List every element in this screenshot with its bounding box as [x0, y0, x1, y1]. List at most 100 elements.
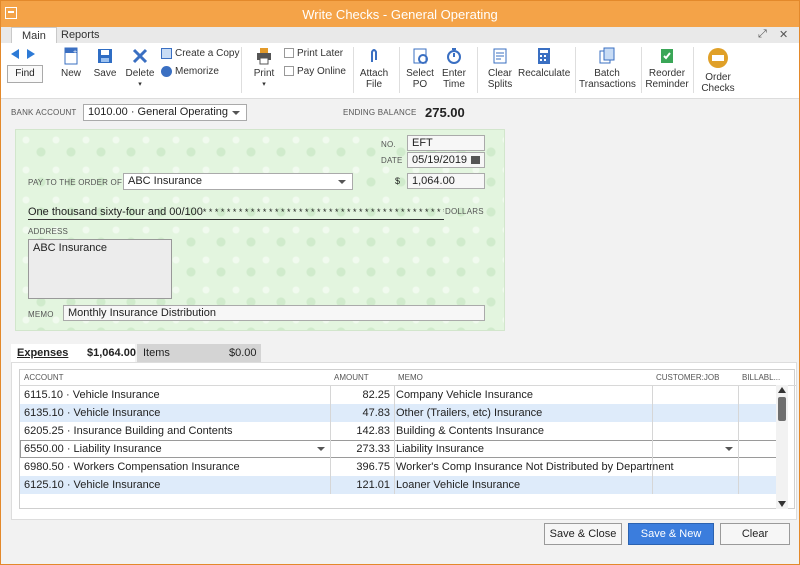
attach-file-button[interactable]: Attach File	[359, 47, 389, 90]
print-later-checkbox[interactable]: Print Later	[284, 48, 354, 59]
create-copy-button[interactable]: Create a Copy	[161, 48, 241, 59]
enter-time-label-2: Time	[443, 79, 465, 90]
find-button[interactable]: Find	[7, 65, 43, 83]
expenses-table: ACCOUNT AMOUNT MEMO CUSTOMER:JOB BILLABL…	[19, 369, 796, 509]
check-no-label: NO.	[381, 140, 396, 149]
window-title: Write Checks - General Operating	[302, 7, 498, 22]
tab-expenses[interactable]: Expenses $1,064.00	[11, 344, 136, 362]
delete-button[interactable]: Delete ▾	[125, 47, 155, 90]
save-button[interactable]: Save	[91, 47, 119, 79]
enter-time-label-1: Enter	[442, 68, 466, 79]
memo-field[interactable]: Monthly Insurance Distribution	[63, 305, 485, 321]
clear-button[interactable]: Clear	[720, 523, 790, 545]
table-row-editing[interactable]: 6550.00 · Liability Insurance 273.33 Lia…	[20, 440, 778, 458]
save-new-button[interactable]: Save & New	[628, 523, 714, 545]
save-close-button[interactable]: Save & Close	[544, 523, 622, 545]
cell-account: 6115.10 · Vehicle Insurance	[24, 389, 160, 401]
clear-splits-button[interactable]: Clear Splits	[485, 47, 515, 90]
address-box[interactable]: ABC Insurance	[28, 239, 172, 299]
check-date-label: DATE	[381, 156, 403, 165]
cell-memo: Worker's Comp Insurance Not Distributed …	[396, 461, 674, 473]
cell-account[interactable]: 6550.00 · Liability Insurance	[24, 443, 162, 455]
select-po-button[interactable]: Select PO	[405, 47, 435, 90]
memorize-label: Memorize	[175, 66, 219, 78]
chevron-down-icon	[232, 111, 240, 115]
table-scrollbar[interactable]	[776, 385, 788, 509]
bank-account-value: 1010.00 · General Operating	[88, 106, 229, 118]
payee-select[interactable]: ABC Insurance	[123, 173, 353, 190]
column-header-amount[interactable]: AMOUNT	[330, 370, 394, 386]
order-checks-label-2: Checks	[701, 83, 735, 94]
tab-items[interactable]: Items $0.00	[137, 344, 261, 362]
order-checks-button[interactable]: Order Checks	[699, 47, 737, 94]
reorder-reminder-button[interactable]: Reorder Reminder	[645, 47, 689, 90]
table-row[interactable]: 6205.25 · Insurance Building and Content…	[20, 422, 778, 440]
calculator-icon	[538, 48, 550, 64]
new-button[interactable]: + New	[57, 47, 85, 79]
table-row[interactable]: 6980.50 · Workers Compensation Insurance…	[20, 458, 778, 476]
memo-label: MEMO	[28, 310, 54, 319]
calendar-icon[interactable]	[471, 156, 480, 164]
pay-online-checkbox[interactable]: Pay Online	[284, 66, 354, 77]
check-no-field[interactable]: EFT	[407, 135, 485, 151]
batch-label-1: Batch	[594, 68, 620, 79]
recalculate-button[interactable]: Recalculate	[518, 47, 570, 79]
clear-splits-label-2: Splits	[487, 79, 513, 90]
next-arrow-icon[interactable]	[27, 49, 35, 59]
cell-memo: Loaner Vehicle Insurance	[396, 479, 521, 491]
write-checks-window: Write Checks - General Operating Main Re…	[0, 0, 800, 565]
tab-reports[interactable]: Reports	[51, 27, 110, 44]
scroll-up-icon[interactable]	[778, 387, 786, 393]
previous-arrow-icon[interactable]	[11, 49, 19, 59]
chevron-down-icon	[338, 180, 346, 184]
cell-memo[interactable]: Liability Insurance	[396, 443, 484, 455]
column-header-customer-job[interactable]: CUSTOMER:JOB	[652, 370, 738, 386]
save-disk-icon	[98, 49, 112, 63]
title-bar: Write Checks - General Operating	[1, 1, 799, 27]
print-dropdown-icon[interactable]: ▾	[250, 79, 278, 90]
bank-account-select[interactable]: 1010.00 · General Operating	[83, 104, 247, 121]
create-copy-label: Create a Copy	[175, 48, 240, 60]
cell-amount[interactable]: 273.33	[330, 443, 390, 455]
chevron-down-icon[interactable]	[725, 447, 733, 451]
column-header-account[interactable]: ACCOUNT	[20, 370, 330, 386]
delete-dropdown-icon[interactable]: ▾	[125, 79, 155, 90]
tab-items-label: Items	[143, 347, 170, 359]
new-document-icon: +	[64, 47, 78, 65]
batch-transactions-button[interactable]: Batch Transactions	[579, 47, 636, 90]
memorize-button[interactable]: Memorize	[161, 66, 241, 77]
cell-amount: 142.83	[356, 425, 390, 437]
amount-field[interactable]: 1,064.00	[407, 173, 485, 189]
close-icon[interactable]: ✕	[779, 28, 788, 41]
select-po-label-2: PO	[412, 79, 428, 90]
order-checks-label-1: Order	[705, 72, 731, 83]
check-date-value: 05/19/2019	[412, 154, 468, 166]
column-header-billable[interactable]: BILLABL...	[738, 370, 796, 386]
cell-memo: Company Vehicle Insurance	[396, 389, 533, 401]
cell-account: 6205.25 · Insurance Building and Content…	[24, 425, 233, 437]
table-row[interactable]: 6115.10 · Vehicle Insurance 82.25 Compan…	[20, 386, 778, 404]
check-date-field[interactable]: 05/19/2019	[407, 152, 485, 168]
table-row[interactable]: 6125.10 · Vehicle Insurance 121.01 Loane…	[20, 476, 778, 494]
reorder-label-1: Reorder	[648, 68, 686, 79]
chevron-down-icon[interactable]	[317, 447, 325, 451]
paperclip-icon	[371, 49, 377, 62]
table-row[interactable]: 6135.10 · Vehicle Insurance 47.83 Other …	[20, 404, 778, 422]
column-divider	[394, 386, 395, 494]
tab-items-total: $0.00	[229, 347, 257, 359]
scroll-thumb[interactable]	[778, 397, 786, 421]
expand-icon[interactable]: ⤢	[758, 28, 767, 41]
amount-words-stars: * * * * * * * * * * * * * * * * * * * * …	[202, 207, 444, 217]
stopwatch-icon	[447, 48, 461, 64]
print-later-box-icon	[284, 48, 294, 59]
tab-main[interactable]: Main	[11, 27, 57, 44]
column-header-memo[interactable]: MEMO	[394, 370, 652, 386]
printer-icon	[257, 48, 271, 65]
dollars-label: DOLLARS	[445, 207, 484, 216]
enter-time-button[interactable]: Enter Time	[439, 47, 469, 90]
scroll-down-icon[interactable]	[778, 501, 786, 507]
payee-value: ABC Insurance	[128, 175, 202, 187]
cell-account: 6980.50 · Workers Compensation Insurance	[24, 461, 240, 473]
print-button[interactable]: Print ▾	[250, 47, 278, 90]
toolbar-separator	[399, 47, 400, 93]
